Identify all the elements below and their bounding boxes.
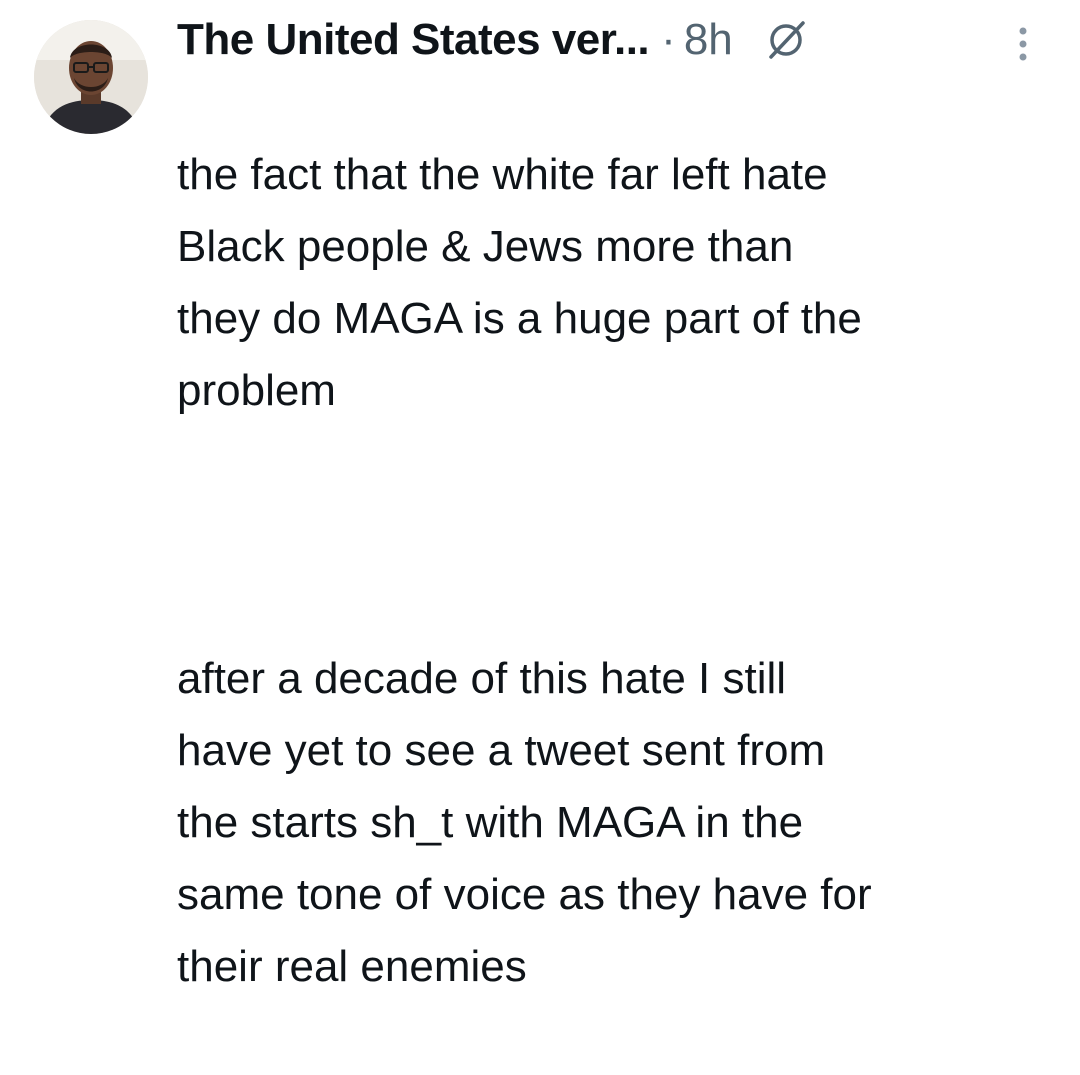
tweet-timestamp[interactable]: 8h: [684, 15, 733, 65]
grok-icon[interactable]: [763, 17, 809, 63]
author-display-name[interactable]: The United States ver...: [177, 15, 650, 65]
separator-dot: ·: [661, 15, 676, 64]
profile-photo-icon: [34, 20, 148, 134]
tweet-header: The United States ver... · 8h: [177, 10, 809, 70]
vertical-ellipsis-icon[interactable]: [1010, 24, 1036, 64]
avatar[interactable]: [34, 20, 148, 134]
tweet-paragraph-1: the fact that the white far left hate Bl…: [177, 150, 862, 415]
tweet-body: the fact that the white far left hate Bl…: [177, 67, 1057, 1075]
tweet-paragraph-2: after a decade of this hate I still have…: [177, 654, 872, 991]
